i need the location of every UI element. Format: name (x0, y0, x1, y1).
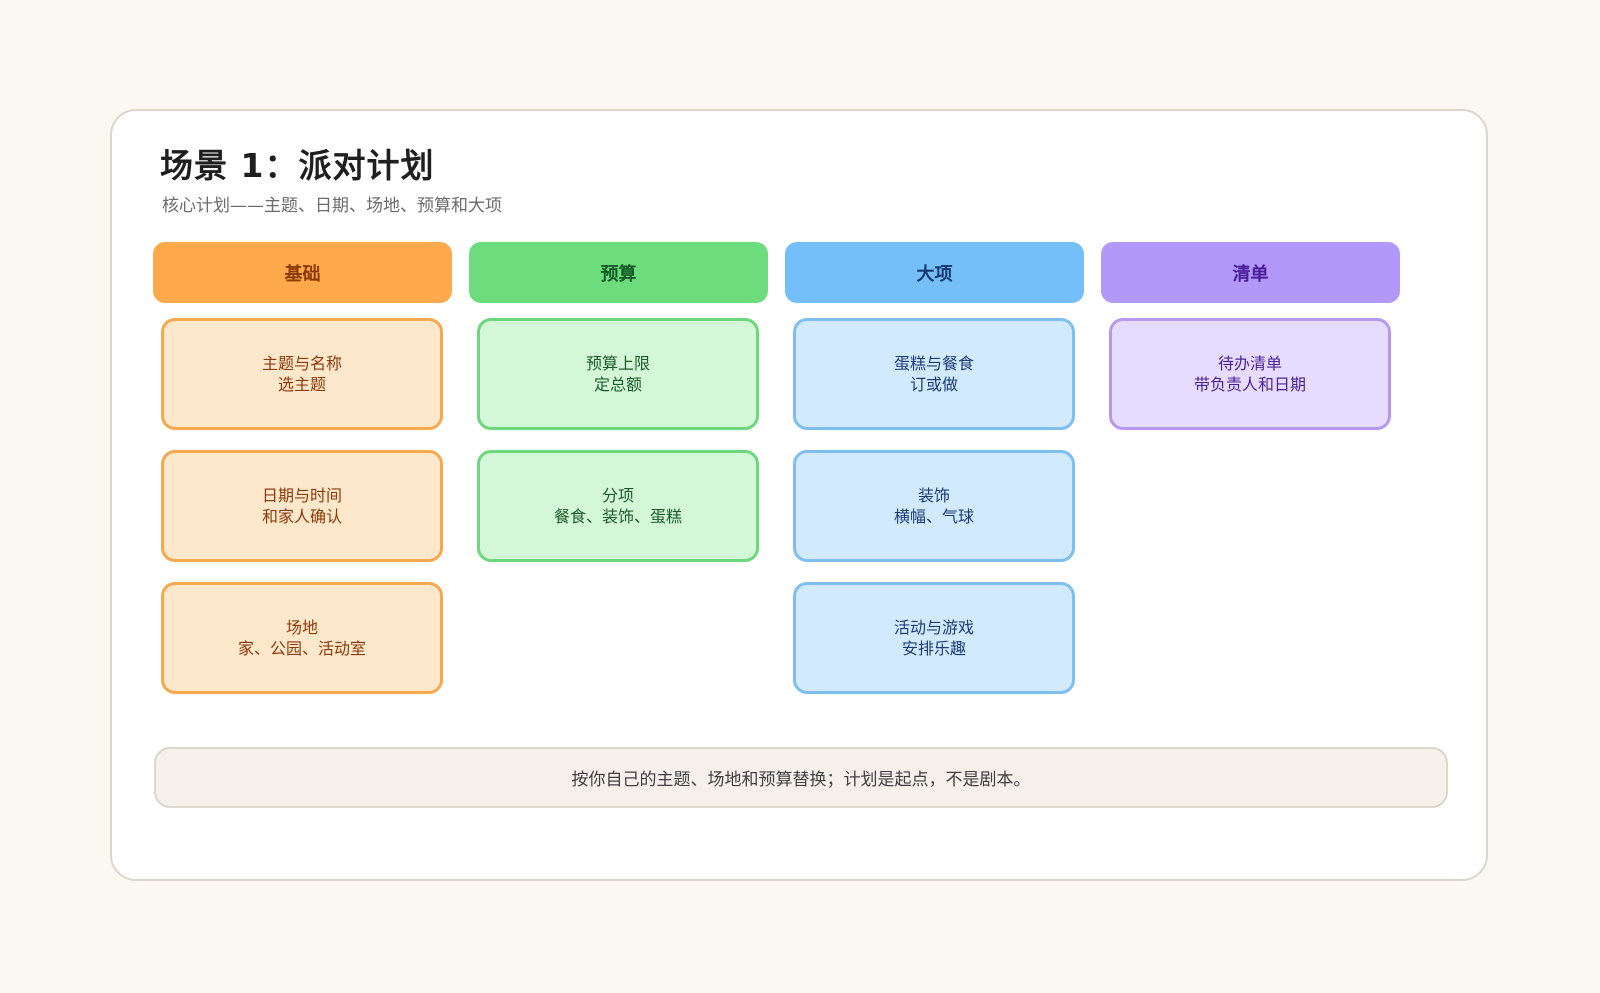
node-title: 装饰 (917, 486, 950, 505)
node-title: 蛋糕与餐食 (893, 354, 974, 373)
column-header-budget: 预算 (469, 242, 768, 303)
node-title: 场地 (285, 618, 318, 637)
column-header-basics: 基础 (153, 242, 452, 303)
node-detail: 和家人确认 (261, 507, 342, 526)
node-detail: 带负责人和日期 (1193, 375, 1306, 394)
node-detail: 定总额 (593, 375, 642, 394)
node-decorations: 装饰 横幅、气球 (793, 450, 1075, 562)
column-header-major-items: 大项 (785, 242, 1084, 303)
scenario-card: 场景 1：派对计划 核心计划——主题、日期、场地、预算和大项 基础 预算 大项 … (110, 109, 1488, 881)
node-detail: 家、公园、活动室 (237, 639, 366, 658)
node-title: 日期与时间 (261, 486, 342, 505)
node-title: 主题与名称 (261, 354, 342, 373)
node-title: 活动与游戏 (893, 618, 974, 637)
node-title: 分项 (601, 486, 634, 505)
column-header-checklist: 清单 (1101, 242, 1400, 303)
node-budget-breakdown: 分项 餐食、装饰、蛋糕 (477, 450, 759, 562)
node-detail: 横幅、气球 (893, 507, 974, 526)
page-subtitle: 核心计划——主题、日期、场地、预算和大项 (162, 196, 502, 216)
node-todo-list: 待办清单 带负责人和日期 (1109, 318, 1391, 430)
node-venue: 场地 家、公园、活动室 (161, 582, 443, 694)
footer-note: 按你自己的主题、场地和预算替换；计划是起点，不是剧本。 (154, 747, 1448, 808)
node-cake-and-food: 蛋糕与餐食 订或做 (793, 318, 1075, 430)
node-detail: 选主题 (277, 375, 326, 394)
node-activities-and-games: 活动与游戏 安排乐趣 (793, 582, 1075, 694)
node-budget-cap: 预算上限 定总额 (477, 318, 759, 430)
node-theme-and-name: 主题与名称 选主题 (161, 318, 443, 430)
node-date-and-time: 日期与时间 和家人确认 (161, 450, 443, 562)
page-title: 场景 1：派对计划 (160, 146, 435, 185)
node-title: 预算上限 (585, 354, 650, 373)
node-detail: 安排乐趣 (901, 639, 966, 658)
node-detail: 餐食、装饰、蛋糕 (553, 507, 682, 526)
node-title: 待办清单 (1217, 354, 1282, 373)
node-detail: 订或做 (909, 375, 958, 394)
